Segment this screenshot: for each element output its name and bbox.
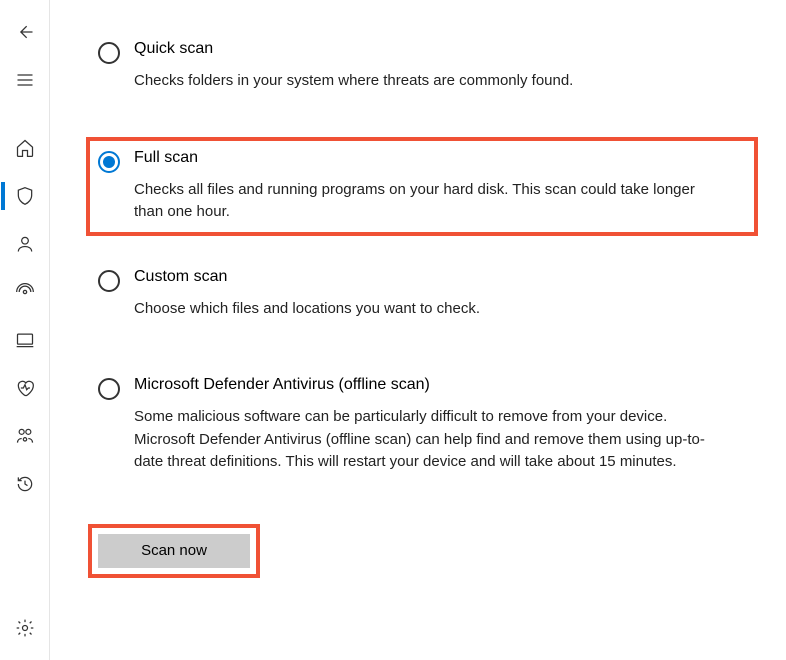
- option-description: Checks folders in your system where thre…: [134, 70, 573, 93]
- radio-quick-scan[interactable]: [98, 42, 120, 64]
- back-button[interactable]: [1, 8, 49, 56]
- sidebar-item-protection[interactable]: [1, 172, 49, 220]
- device-icon: [15, 330, 35, 350]
- sidebar-item-history[interactable]: [1, 460, 49, 508]
- sidebar-item-family[interactable]: [1, 412, 49, 460]
- option-description: Some malicious software can be particula…: [134, 406, 714, 474]
- option-description: Checks all files and running programs on…: [134, 179, 714, 224]
- option-title: Custom scan: [134, 268, 480, 286]
- option-description: Choose which files and locations you wan…: [134, 298, 480, 321]
- scan-now-highlight: Scan now: [88, 524, 260, 578]
- gear-icon: [15, 618, 35, 638]
- sidebar-item-account[interactable]: [1, 220, 49, 268]
- option-title: Quick scan: [134, 40, 573, 58]
- heart-icon: [15, 378, 35, 398]
- scan-now-button[interactable]: Scan now: [98, 534, 250, 568]
- option-full-scan[interactable]: Full scan Checks all files and running p…: [86, 137, 758, 236]
- sidebar-item-firewall[interactable]: [1, 268, 49, 316]
- menu-button[interactable]: [1, 56, 49, 104]
- sidebar-item-settings[interactable]: [1, 604, 49, 652]
- hamburger-icon: [15, 70, 35, 90]
- radio-custom-scan[interactable]: [98, 270, 120, 292]
- option-offline-scan[interactable]: Microsoft Defender Antivirus (offline sc…: [86, 364, 758, 486]
- firewall-icon: [15, 282, 35, 302]
- history-icon: [15, 474, 35, 494]
- account-icon: [15, 234, 35, 254]
- sidebar-item-home[interactable]: [1, 124, 49, 172]
- option-custom-scan[interactable]: Custom scan Choose which files and locat…: [86, 256, 758, 333]
- back-arrow-icon: [15, 22, 35, 42]
- option-title: Microsoft Defender Antivirus (offline sc…: [134, 376, 714, 394]
- radio-offline-scan[interactable]: [98, 378, 120, 400]
- family-icon: [15, 426, 35, 446]
- option-title: Full scan: [134, 149, 714, 167]
- radio-full-scan[interactable]: [98, 151, 120, 173]
- option-quick-scan[interactable]: Quick scan Checks folders in your system…: [86, 28, 758, 105]
- sidebar-item-performance[interactable]: [1, 364, 49, 412]
- scan-options-panel: Quick scan Checks folders in your system…: [50, 0, 786, 660]
- home-icon: [15, 138, 35, 158]
- shield-icon: [15, 186, 35, 206]
- sidebar-item-device[interactable]: [1, 316, 49, 364]
- sidebar: [0, 0, 50, 660]
